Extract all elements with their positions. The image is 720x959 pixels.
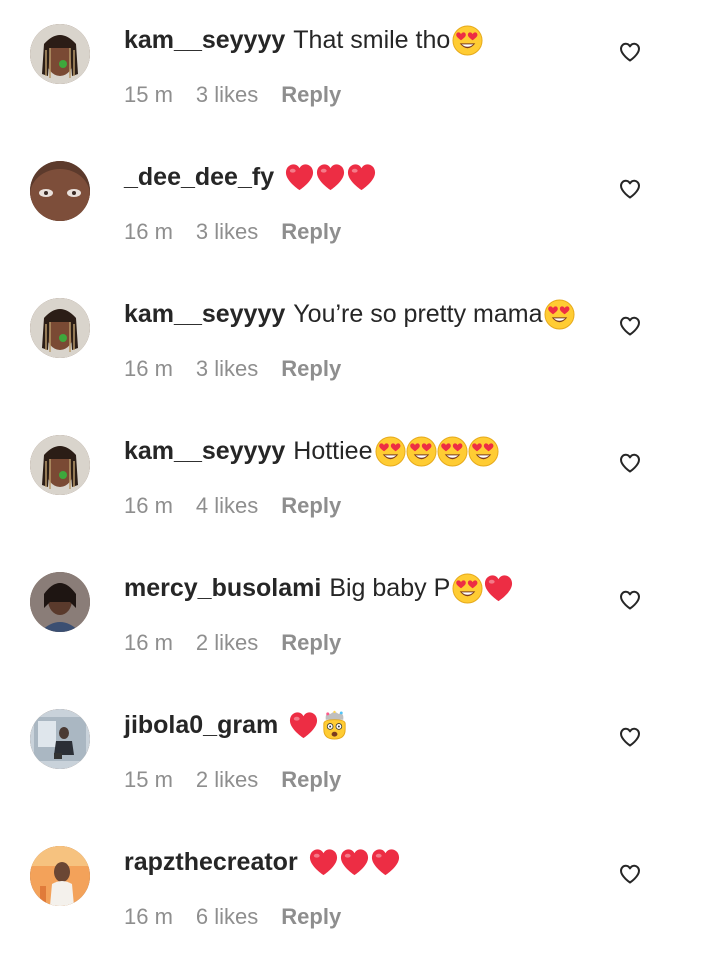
avatar[interactable] [30,572,90,632]
avatar[interactable] [30,435,90,495]
comment-username[interactable]: mercy_busolami [124,570,321,606]
emoji-row [288,710,350,741]
emoji-row [452,572,514,604]
comment-meta: 16 m 6 likes Reply [124,904,341,930]
comment-meta: 16 m 3 likes Reply [124,356,341,382]
likes-count[interactable]: 4 likes [196,493,258,519]
avatar[interactable] [30,709,90,769]
comment-timestamp: 16 m [124,356,173,381]
reply-button[interactable]: Reply [281,767,341,793]
like-heart-icon[interactable] [618,862,642,886]
comment-username[interactable]: kam__seyyyy [124,22,285,58]
heart-eyes-emoji-icon [544,298,575,330]
comment-item: mercy_busolami Big baby P 16 m 2 likes Reply [0,548,720,685]
emoji-row [544,298,575,330]
likes-count[interactable]: 2 likes [196,767,258,793]
reply-button[interactable]: Reply [281,493,341,519]
comment-line: jibola0_gram [124,707,350,743]
comment-line: _dee_dee_fy [124,159,377,195]
comment-line: kam__seyyyy That smile tho [124,22,483,58]
comment-meta: 15 m 2 likes Reply [124,767,341,793]
emoji-row [284,162,377,193]
red-heart-emoji-icon [288,710,319,741]
red-heart-emoji-icon [370,847,401,878]
comment-line: rapzthecreator [124,844,401,880]
comment-item: kam__seyyyy You’re so pretty mama 16 m 3 li… [0,274,720,411]
like-heart-icon[interactable] [618,177,642,201]
comment-line: kam__seyyyy You’re so pretty mama [124,296,575,332]
comment-timestamp: 16 m [124,493,173,518]
comment-text: Big baby P [329,574,451,602]
heart-eyes-emoji-icon [405,435,437,467]
likes-count[interactable]: 2 likes [196,630,258,656]
comment-username[interactable]: rapzthecreator [124,844,298,880]
reply-button[interactable]: Reply [281,82,341,108]
like-heart-icon[interactable] [618,314,642,338]
comment-timestamp: 16 m [124,904,173,929]
emoji-row [452,24,483,56]
reply-button[interactable]: Reply [281,219,341,245]
red-heart-emoji-icon [284,162,315,193]
reply-button[interactable]: Reply [281,904,341,930]
reply-button[interactable]: Reply [281,356,341,382]
red-heart-emoji-icon [346,162,377,193]
comment-item: kam__seyyyy That smile tho 15 m 3 likes Repl… [0,0,720,137]
comment-meta: 16 m 2 likes Reply [124,630,341,656]
like-heart-icon[interactable] [618,451,642,475]
comment-text: You’re so pretty mama [293,300,543,328]
likes-count[interactable]: 3 likes [196,356,258,382]
red-heart-emoji-icon [483,573,514,604]
comment-timestamp: 16 m [124,219,173,244]
comment-line: kam__seyyyy Hottiee [124,433,499,469]
likes-count[interactable]: 3 likes [196,82,258,108]
comment-item: jibola0_gram 15 m 2 likes Reply [0,685,720,822]
avatar[interactable] [30,846,90,906]
comment-meta: 15 m 3 likes Reply [124,82,341,108]
red-heart-emoji-icon [315,162,346,193]
reply-button[interactable]: Reply [281,630,341,656]
red-heart-emoji-icon [339,847,370,878]
like-heart-icon[interactable] [618,725,642,749]
comment-timestamp: 16 m [124,630,173,655]
comment-username[interactable]: _dee_dee_fy [124,159,274,195]
likes-count[interactable]: 6 likes [196,904,258,930]
heart-eyes-emoji-icon [436,435,468,467]
comment-text: That smile tho [293,26,451,54]
comment-username[interactable]: kam__seyyyy [124,433,285,469]
comment-timestamp: 15 m [124,767,173,792]
comment-timestamp: 15 m [124,82,173,107]
likes-count[interactable]: 3 likes [196,219,258,245]
comment-item: kam__seyyyy Hottiee 16 m 4 likes Reply [0,411,720,548]
heart-eyes-emoji-icon [452,24,483,56]
comment-meta: 16 m 3 likes Reply [124,219,341,245]
like-heart-icon[interactable] [618,588,642,612]
comment-item: rapzthecreator 16 m 6 likes Reply [0,822,720,959]
comment-item: _dee_dee_fy 16 m 3 likes Reply [0,137,720,274]
comment-list: kam__seyyyy That smile tho 15 m 3 likes Repl… [0,0,720,952]
comment-username[interactable]: jibola0_gram [124,707,278,743]
heart-eyes-emoji-icon [452,572,483,604]
avatar[interactable] [30,298,90,358]
heart-eyes-emoji-icon [374,435,406,467]
comment-username[interactable]: kam__seyyyy [124,296,285,332]
emoji-row [308,847,401,878]
comment-text: Hottiee [293,437,373,465]
red-heart-emoji-icon [308,847,339,878]
comment-line: mercy_busolami Big baby P [124,570,514,606]
avatar[interactable] [30,24,90,84]
exploding-head-emoji-icon [319,710,350,741]
comment-meta: 16 m 4 likes Reply [124,493,341,519]
heart-eyes-emoji-icon [467,435,499,467]
avatar[interactable] [30,161,90,221]
like-heart-icon[interactable] [618,40,642,64]
emoji-row [374,435,499,467]
